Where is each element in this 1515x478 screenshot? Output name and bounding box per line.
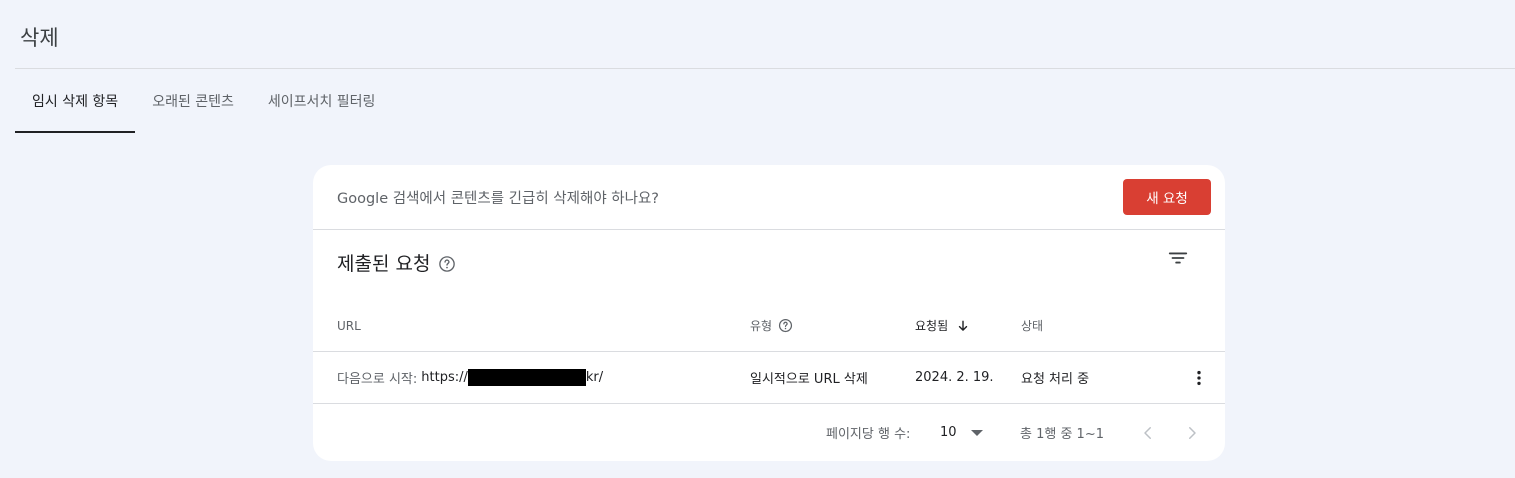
column-header-url: URL <box>337 300 361 351</box>
section-header: 제출된 요청 <box>337 249 456 276</box>
tab-temporary-removals[interactable]: 임시 삭제 항목 <box>15 69 136 133</box>
rows-per-page-select[interactable]: 10 <box>940 404 983 461</box>
help-circle-icon[interactable] <box>778 318 793 333</box>
url-prefix: 다음으로 시작: <box>337 372 418 387</box>
banner-text: Google 검색에서 콘텐츠를 긴급히 삭제해야 하나요? <box>337 191 659 207</box>
chevron-right-icon[interactable] <box>1183 404 1201 461</box>
url-start: https:// <box>421 370 468 385</box>
requests-card: Google 검색에서 콘텐츠를 긴급히 삭제해야 하나요? 새 요청 제출된 … <box>313 165 1225 461</box>
table-header: URL 유형 요청됨 상태 <box>313 300 1225 352</box>
column-header-type: 유형 <box>750 300 793 351</box>
pagination: 페이지당 행 수: 10 총 1행 중 1~1 <box>313 404 1225 461</box>
rows-per-page-label: 페이지당 행 수: <box>826 427 911 442</box>
column-header-status: 상태 <box>1021 300 1043 351</box>
row-requested-date: 2024. 2. 19. <box>915 370 994 385</box>
tab-bar: 임시 삭제 항목 오래된 콘텐츠 세이프서치 필터링 <box>15 69 392 133</box>
section-title: 제출된 요청 <box>337 253 431 275</box>
row-status: 요청 처리 중 <box>1021 372 1090 387</box>
filter-icon[interactable] <box>1167 247 1189 273</box>
column-label-requested: 요청됨 <box>915 319 949 333</box>
url-end: kr/ <box>585 370 604 385</box>
tab-safesearch-filtering[interactable]: 세이프서치 필터링 <box>251 69 393 133</box>
arrow-down-icon <box>956 319 970 333</box>
pagination-range: 총 1행 중 1~1 <box>1020 427 1104 442</box>
row-type: 일시적으로 URL 삭제 <box>750 372 868 387</box>
new-request-button[interactable]: 새 요청 <box>1123 179 1211 215</box>
page-title: 삭제 <box>20 26 59 50</box>
table-row[interactable]: 다음으로 시작: https:// kr/ 일시적으로 URL 삭제 2024.… <box>313 352 1225 404</box>
column-header-requested[interactable]: 요청됨 <box>915 300 970 351</box>
column-label-url: URL <box>337 318 361 333</box>
caret-down-icon <box>970 429 983 437</box>
row-url: 다음으로 시작: https:// kr/ <box>337 352 603 403</box>
chevron-left-icon[interactable] <box>1139 404 1157 461</box>
rows-per-page-value: 10 <box>940 425 957 440</box>
column-label-status: 상태 <box>1021 319 1044 333</box>
column-label-type: 유형 <box>750 319 773 333</box>
more-vert-icon[interactable] <box>1189 352 1209 403</box>
tab-outdated-content[interactable]: 오래된 콘텐츠 <box>135 69 251 133</box>
urgent-removal-banner: Google 검색에서 콘텐츠를 긴급히 삭제해야 하나요? 새 요청 <box>313 165 1225 230</box>
redaction-block <box>467 369 586 386</box>
help-circle-icon[interactable] <box>438 255 456 273</box>
